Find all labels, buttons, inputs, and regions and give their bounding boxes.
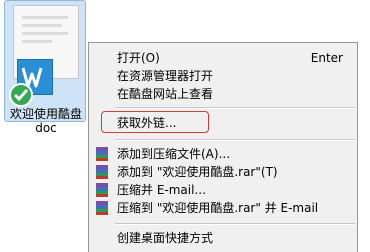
menu-item-add-to-archive[interactable]: 添加到压缩文件(A)... [89, 145, 357, 163]
menu-item-create-desktop-shortcut[interactable]: 创建桌面快捷方式 [89, 229, 357, 247]
menu-item-add-to-rar[interactable]: 添加到 "欢迎使用酷盘.rar"(T) [89, 163, 357, 181]
menu-item-label: 在资源管理器打开 [117, 69, 214, 83]
menu-item-compress-and-email[interactable]: 压缩并 E-mail... [89, 181, 357, 199]
menu-item-label: 添加到 "欢迎使用酷盘.rar"(T) [117, 165, 278, 179]
menu-item-label: 添加到压缩文件(A)... [117, 147, 231, 161]
file-name-label: 欢迎使用酷盘 [9, 107, 82, 121]
menu-item-label: 压缩并 E-mail... [117, 183, 206, 197]
winrar-icon [95, 165, 109, 179]
file-extension-label: doc [35, 121, 57, 135]
desktop-file-item[interactable]: 欢迎使用酷盘 doc [4, 0, 86, 135]
menu-item-label: 压缩到 "欢迎使用酷盘.rar" 并 E-mail [117, 201, 319, 215]
winrar-icon [95, 147, 109, 161]
context-menu: 打开(O) Enter 在资源管理器打开 在酷盘网站上查看 获取外链... 添加… [88, 42, 358, 252]
menu-item-label: 创建桌面快捷方式 [117, 231, 214, 245]
menu-separator [115, 223, 355, 225]
menu-item-shortcut: Enter [310, 51, 343, 65]
menu-separator [115, 107, 355, 109]
menu-item-open-in-explorer[interactable]: 在资源管理器打开 [89, 67, 357, 85]
menu-separator [115, 139, 355, 141]
menu-item-label: 打开(O) [117, 51, 160, 65]
menu-item-get-external-link[interactable]: 获取外链... [89, 114, 357, 132]
sync-check-icon [9, 83, 33, 107]
menu-item-compress-to-rar-and-email[interactable]: 压缩到 "欢迎使用酷盘.rar" 并 E-mail [89, 199, 357, 217]
winrar-icon [95, 183, 109, 197]
menu-item-label: 获取外链... [117, 116, 177, 130]
menu-item-open[interactable]: 打开(O) Enter [89, 49, 357, 67]
menu-item-view-on-website[interactable]: 在酷盘网站上查看 [89, 85, 357, 103]
menu-item-label: 在酷盘网站上查看 [117, 87, 214, 101]
winrar-icon [95, 201, 109, 215]
